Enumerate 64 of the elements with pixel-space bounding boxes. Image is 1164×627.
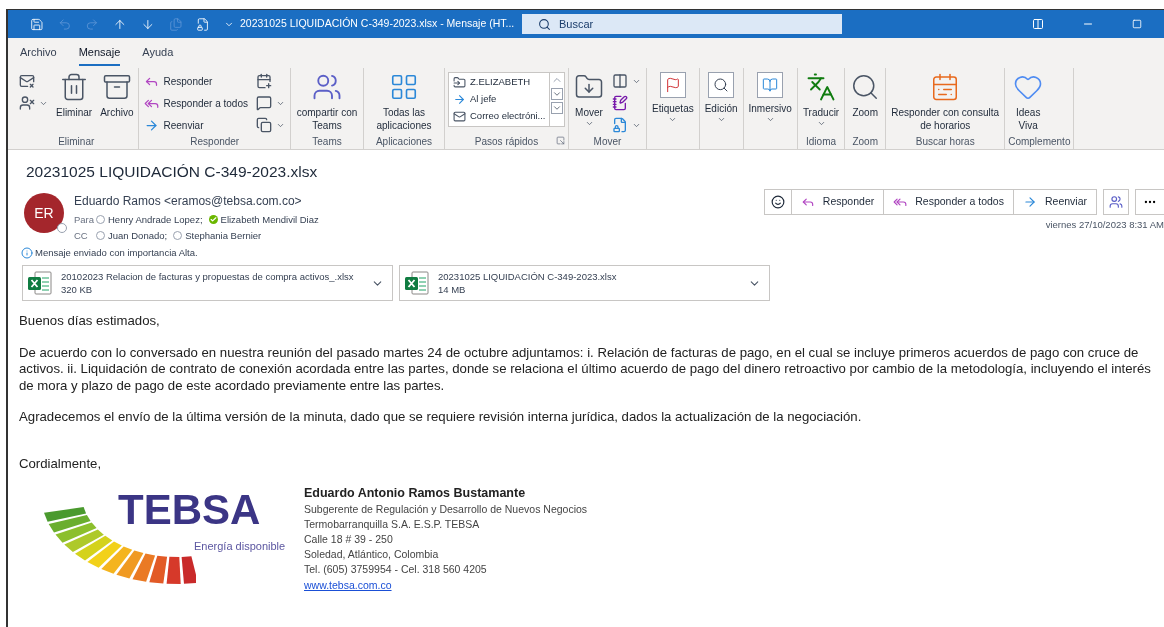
website-link[interactable]: www.tebsa.com.co (304, 578, 589, 594)
search-field[interactable]: Buscar (522, 14, 842, 34)
ribbon-button[interactable]: Archivo (98, 70, 136, 132)
group-label: Idioma (806, 134, 837, 149)
body-paragraph: Buenos días estimados, (19, 313, 161, 330)
quick-step-item[interactable]: Correo electróni... (449, 108, 549, 125)
logo-wordmark: TEBSA (118, 488, 261, 533)
avatar: ER (24, 193, 64, 234)
body-paragraph: Agradecemos el envío de la última versión de la minuta, dado que se requiere revisión interna jurídica, dados la actualización de la negociación. (19, 409, 863, 426)
ribbon-button[interactable]: Reenviar (142, 116, 250, 134)
ribbon-button[interactable]: Responder (142, 72, 250, 90)
action-button[interactable]: Responder (791, 190, 885, 215)
attachment-card[interactable]: 20102023 Relacion de facturas y propuestas de compra activos_.xlsx 320 KB (22, 265, 393, 302)
ribbon-button[interactable]: Mover (572, 70, 606, 132)
signature-name: Eduardo Antonio Ramos Bustamante (304, 486, 527, 502)
attachment-name: 20231025 LIQUIDACIÓN C-349-2023.xlsx (438, 270, 618, 284)
sender-name: Eduardo Ramos <eramos@tebsa.com.co> (74, 193, 302, 211)
attachment-size: 14 MB (438, 283, 467, 297)
attachment-size: 320 KB (61, 283, 94, 297)
group-label: Complemento (1008, 134, 1071, 149)
quick-step-item[interactable]: Al jefe (449, 91, 549, 108)
recipient-name[interactable]: Juan Donado; (108, 228, 168, 243)
recipient-name[interactable]: Elizabeth Mendivil Diaz (220, 212, 319, 227)
recipient-label: CC (74, 228, 89, 243)
group-label: Teams (312, 134, 342, 149)
ribbon-button[interactable]: Inmersivo (746, 70, 794, 132)
group-label: Eliminar (58, 134, 95, 149)
message-date: viernes 27/10/2023 8:31 AM (1045, 218, 1164, 233)
ribbon-button[interactable]: Responder a todos (142, 94, 250, 112)
ribbon-button[interactable]: Etiquetas (650, 70, 696, 132)
recipient-name[interactable]: Henry Andrade Lopez; (108, 212, 203, 227)
ribbon-button[interactable]: Ideas Viva (1008, 70, 1049, 132)
menu-tab[interactable]: Archivo (20, 43, 57, 66)
signature-line: Tel. (605) 3759954 - Cel. 318 560 4205 (304, 562, 488, 578)
ribbon-button[interactable]: Zoom (848, 70, 883, 132)
action-button[interactable]: Reenviar (1013, 190, 1096, 215)
window-title: 20231025 LIQUIDACIÓN C-349-2023.xlsx - Mensaje (HT... (239, 16, 516, 32)
signature-line: Calle 18 # 39 - 250 (304, 532, 394, 548)
ribbon-button[interactable]: Eliminar (54, 70, 95, 132)
menu-tab[interactable]: Ayuda (142, 43, 174, 66)
action-button[interactable]: Responder a todos (884, 190, 1014, 215)
ribbon-button[interactable]: Responder con consulta de horarios (889, 70, 1002, 132)
attachment-name: 20102023 Relacion de facturas y propuestas de compra activos_.xlsx (61, 270, 355, 284)
group-label: Buscar horas (915, 134, 975, 149)
group-label: Responder (190, 135, 240, 149)
recipient-name[interactable]: Stephania Bernier (185, 228, 262, 243)
ribbon-button[interactable]: Edición (702, 70, 740, 132)
signature-line: Termobarranquilla S.A. E.S.P. TEBSA (304, 517, 481, 533)
logo-tagline: Energía disponible (194, 539, 286, 555)
ribbon-button[interactable]: Traducir (800, 70, 842, 132)
body-paragraph: De acuerdo con lo conversado en nuestra reunión del pasado martes 24 de octubre adjuntamos: i. Relación de facturas de pago, en el cual se incluye primeros acuerdos de pago con cruce de activos. ii. Liquidación de contrato de conexión acordada entre las partes, donde se relaciona el último acuerdo de pago del dinero retroactivo por cambio de la metodología, incluyendo el interés de mora y plazo de pago de este acordado previamente entre las partes. (19, 344, 1152, 395)
group-label: Aplicaciones (375, 134, 433, 149)
signature-line: Soledad, Atlántico, Colombia (304, 547, 440, 563)
attachment-card[interactable]: 20231025 LIQUIDACIÓN C-349-2023.xlsx 14 MB (399, 265, 770, 302)
group-label: Mover (593, 135, 622, 149)
importance-note: Mensaje enviado con importancia Alta. (35, 246, 198, 260)
quick-step-item[interactable]: Z.ELIZABETH (449, 74, 549, 91)
group-label: Pasos rápidos (474, 134, 539, 149)
message-subject: 20231025 LIQUIDACIÓN C-349-2023.xlsx (25, 162, 319, 182)
ribbon-button[interactable]: compartir con Teams (294, 70, 360, 132)
ribbon-button[interactable]: Todas las aplicaciones (367, 70, 441, 132)
signature-line: Subgerente de Regulación y Desarrollo de Nuevos Negocios (304, 502, 589, 518)
group-label: Zoom (852, 134, 878, 149)
body-paragraph: Cordialmente, (19, 455, 103, 473)
